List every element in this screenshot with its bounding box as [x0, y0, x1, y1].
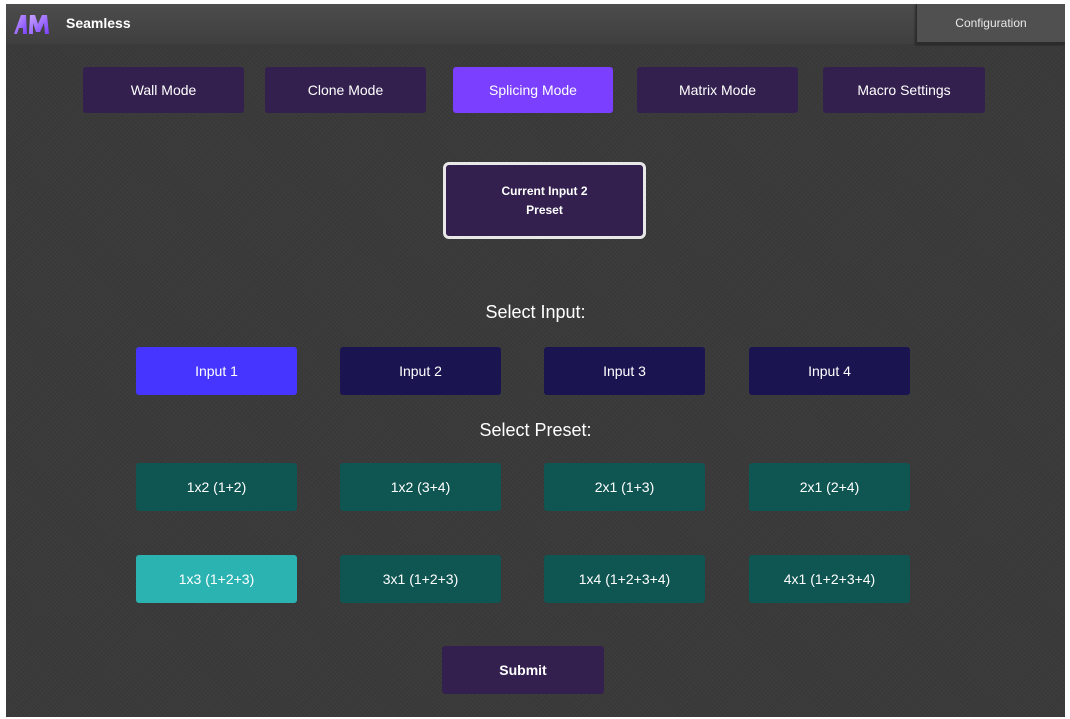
- input-3-button[interactable]: Input 3: [544, 347, 705, 395]
- configuration-tab[interactable]: Configuration: [916, 4, 1065, 44]
- clone-mode-button[interactable]: Clone Mode: [265, 67, 426, 113]
- input-2-button[interactable]: Input 2: [340, 347, 501, 395]
- top-bar: Seamless Configuration: [6, 4, 1065, 44]
- wall-mode-button[interactable]: Wall Mode: [83, 67, 244, 113]
- current-status-box: Current Input 2 Preset: [443, 162, 646, 239]
- select-preset-heading: Select Preset:: [479, 420, 592, 440]
- preset-1x4-1-2-3-4-button[interactable]: 1x4 (1+2+3+4): [544, 555, 705, 603]
- input-4-button[interactable]: Input 4: [749, 347, 910, 395]
- preset-2x1-1-3-button[interactable]: 2x1 (1+3): [544, 463, 705, 511]
- select-input-heading: Select Input:: [485, 302, 586, 322]
- preset-3x1-1-2-3-button[interactable]: 3x1 (1+2+3): [340, 555, 501, 603]
- matrix-mode-button[interactable]: Matrix Mode: [637, 67, 798, 113]
- preset-1x2-1-2-button[interactable]: 1x2 (1+2): [136, 463, 297, 511]
- app-window: Seamless Configuration Wall Mode Clone M…: [6, 4, 1065, 717]
- current-preset-text: Preset: [526, 202, 563, 217]
- app-title: Seamless: [66, 15, 131, 31]
- am-logo-icon: [14, 15, 49, 34]
- current-input-text: Current Input 2: [501, 183, 588, 198]
- splicing-mode-button[interactable]: Splicing Mode: [453, 67, 613, 113]
- macro-settings-button[interactable]: Macro Settings: [823, 67, 985, 113]
- input-1-button[interactable]: Input 1: [136, 347, 297, 395]
- preset-4x1-1-2-3-4-button[interactable]: 4x1 (1+2+3+4): [749, 555, 910, 603]
- submit-button[interactable]: Submit: [442, 646, 604, 694]
- preset-2x1-2-4-button[interactable]: 2x1 (2+4): [749, 463, 910, 511]
- preset-1x2-3-4-button[interactable]: 1x2 (3+4): [340, 463, 501, 511]
- preset-1x3-1-2-3-button[interactable]: 1x3 (1+2+3): [136, 555, 297, 603]
